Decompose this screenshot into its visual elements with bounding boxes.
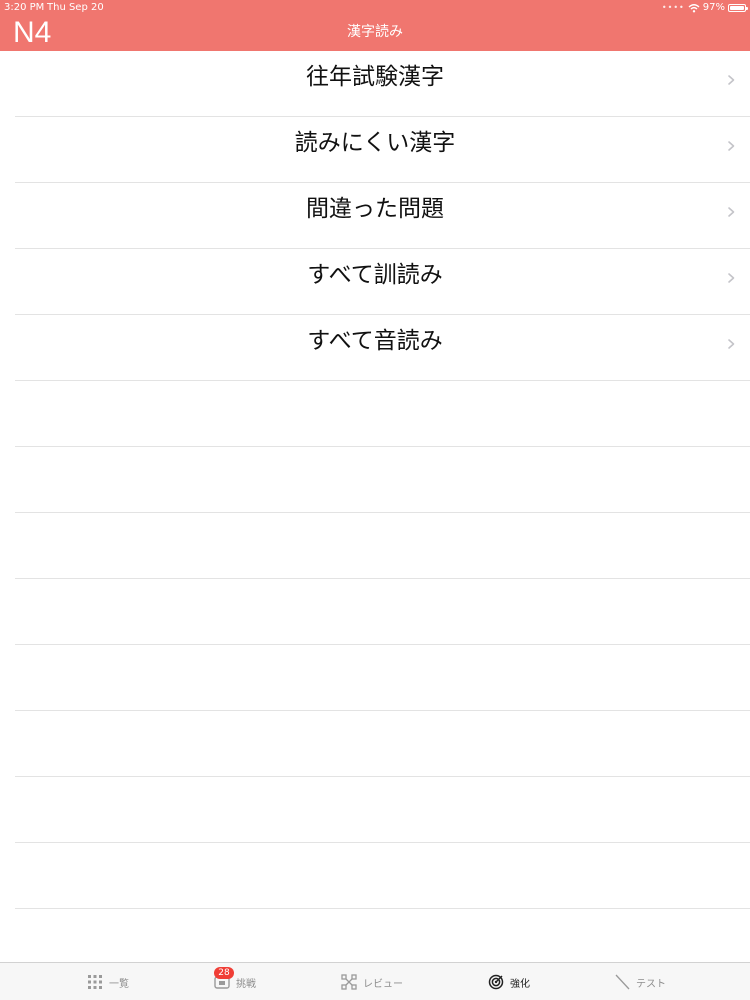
empty-row (15, 711, 750, 777)
menu-row-label: 読みにくい漢字 (294, 130, 456, 156)
target-icon (488, 974, 504, 990)
chevron-right-icon (728, 273, 735, 283)
tab-label: 強化 (510, 978, 530, 990)
app-screen: 3:20 PM Thu Sep 20 •••• 97% N4 漢字読み 往年試験… (0, 0, 750, 1000)
empty-row (15, 777, 750, 843)
menu-row-past-exam-kanji[interactable]: 往年試験漢字 (15, 51, 750, 117)
menu-row-mistaken-questions[interactable]: 間違った問題 (15, 183, 750, 249)
tab-label: テスト (636, 978, 666, 990)
tab-label: レビュー (363, 978, 403, 990)
empty-row (15, 447, 750, 513)
pencil-icon (615, 974, 630, 990)
wifi-icon (688, 3, 700, 12)
status-date: Thu Sep 20 (47, 2, 104, 13)
empty-row (15, 645, 750, 711)
menu-row-label: すべて訓読み (307, 262, 443, 288)
empty-row (15, 381, 750, 447)
tab-strengthen[interactable]: 強化 (488, 973, 530, 991)
status-time: 3:20 PM (4, 2, 45, 13)
page-title: 漢字読み (347, 24, 403, 40)
signal-dots-icon: •••• (661, 3, 685, 12)
battery-percentage: 97% (702, 2, 725, 13)
menu-list: 往年試験漢字 読みにくい漢字 間違った問題 すべて訓読み すべて音読み (0, 51, 750, 909)
tab-label: 一覧 (109, 978, 129, 990)
menu-row-hard-to-read-kanji[interactable]: 読みにくい漢字 (15, 117, 750, 183)
chevron-right-icon (728, 207, 735, 217)
chevron-right-icon (728, 339, 735, 349)
tab-bar: 一覧 挑戦 レビュー 強化 テスト (0, 962, 750, 1000)
review-icon (341, 974, 357, 990)
tab-label: 挑戦 (236, 978, 256, 990)
menu-row-all-on-readings[interactable]: すべて音読み (15, 315, 750, 381)
menu-row-label: 間違った問題 (306, 196, 444, 222)
navigation-header: 3:20 PM Thu Sep 20 •••• 97% N4 漢字読み (0, 0, 750, 51)
tab-review[interactable]: レビュー (341, 973, 403, 991)
menu-row-label: すべて音読み (307, 328, 443, 354)
empty-row (15, 513, 750, 579)
grid-icon (88, 975, 102, 989)
empty-row (15, 843, 750, 909)
menu-row-all-kun-readings[interactable]: すべて訓読み (15, 249, 750, 315)
challenge-badge: 28 (214, 967, 234, 979)
battery-fill (730, 5, 744, 10)
menu-row-label: 往年試験漢字 (306, 64, 444, 90)
empty-row (15, 579, 750, 645)
tab-test[interactable]: テスト (614, 973, 666, 991)
status-indicators: •••• 97% (661, 1, 748, 14)
chevron-right-icon (728, 141, 735, 151)
chevron-right-icon (728, 75, 735, 85)
battery-icon (728, 3, 748, 12)
tab-list[interactable]: 一覧 (87, 973, 129, 991)
